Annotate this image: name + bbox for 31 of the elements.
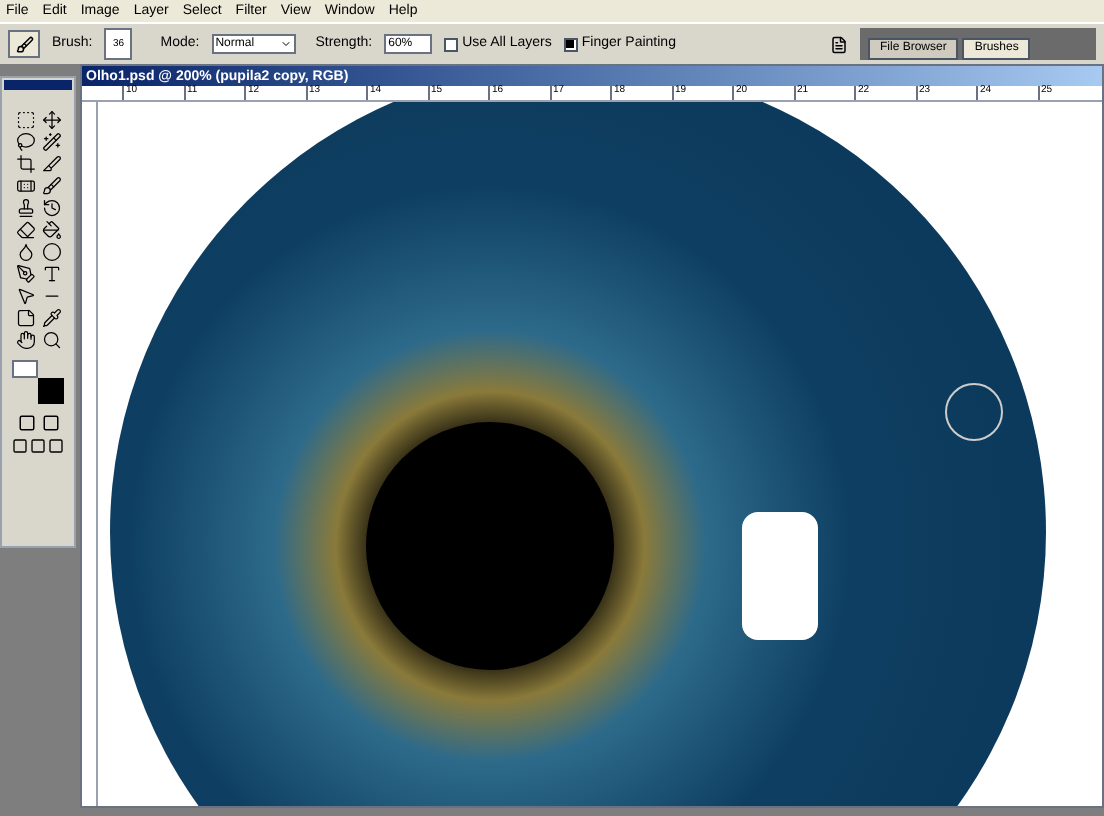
text-icon[interactable] — [41, 264, 61, 284]
eyedropper-icon[interactable] — [41, 308, 61, 328]
crop-icon[interactable] — [15, 154, 35, 174]
hand-icon[interactable] — [15, 330, 35, 350]
background-color-swatch[interactable] — [38, 378, 64, 404]
marquee-icon[interactable] — [15, 110, 35, 130]
toolbox-header — [4, 80, 72, 90]
checkbox[interactable] — [444, 37, 459, 51]
document-icon[interactable] — [830, 35, 848, 53]
caret-icon — [279, 38, 292, 50]
pen-icon[interactable] — [15, 264, 35, 284]
move-icon[interactable] — [41, 110, 61, 130]
brush-icon[interactable] — [41, 176, 61, 196]
lasso-icon[interactable] — [15, 132, 35, 152]
zoom-icon[interactable] — [41, 330, 61, 350]
foreground-color-swatch[interactable] — [12, 360, 38, 378]
stamp-icon[interactable] — [15, 198, 35, 218]
tool-preset-button[interactable] — [8, 30, 40, 58]
circle-icon[interactable] — [41, 242, 61, 262]
paint-bucket-icon[interactable] — [41, 220, 61, 240]
checkbox[interactable] — [563, 37, 578, 51]
brush-cursor-icon — [945, 383, 1003, 441]
droplet-icon[interactable] — [15, 242, 35, 262]
note-icon[interactable] — [15, 308, 35, 328]
eraser-icon[interactable] — [15, 220, 35, 240]
pointer-icon[interactable] — [15, 286, 35, 306]
magic-wand-icon[interactable] — [41, 132, 61, 152]
bandage-icon[interactable] — [15, 176, 35, 196]
history-brush-icon[interactable] — [41, 198, 61, 218]
brush-icon — [15, 35, 33, 53]
knife-icon[interactable] — [41, 154, 61, 174]
